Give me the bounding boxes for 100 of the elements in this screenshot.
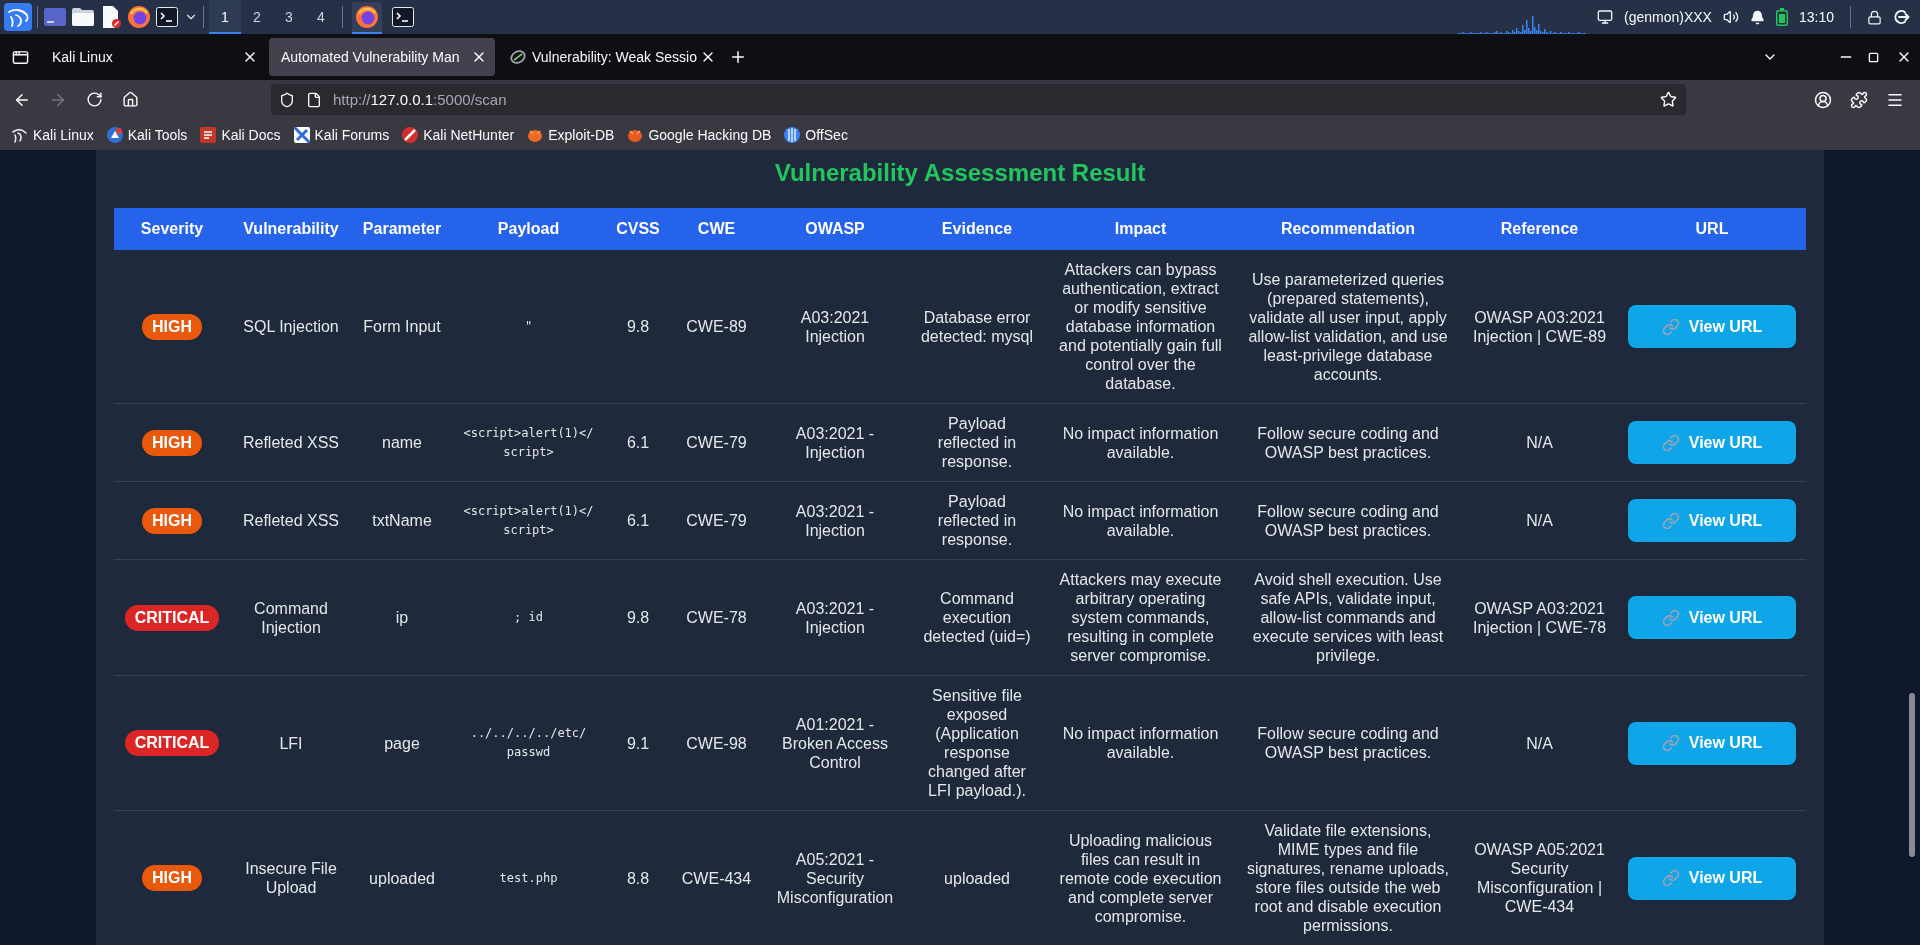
cvss-score: 9.1 <box>605 675 671 811</box>
owasp-category: A05:2021 - Security Misconfiguration <box>762 810 908 945</box>
page-icon[interactable] <box>306 91 322 108</box>
browser-tab[interactable]: Automated Vulnerability Man <box>269 38 495 76</box>
link-icon <box>1661 317 1680 336</box>
cvss-score: 6.1 <box>605 403 671 482</box>
exit-arrow-icon[interactable] <box>1893 9 1910 25</box>
bookmark-link[interactable]: Kali Docs <box>194 122 287 147</box>
payload-code: " <box>452 250 605 404</box>
battery-icon[interactable] <box>1775 8 1788 26</box>
reload-icon[interactable] <box>85 91 103 108</box>
window-icon[interactable] <box>11 48 29 66</box>
parameter-name: txtName <box>352 481 452 560</box>
terminal-icon[interactable] <box>156 6 178 28</box>
reference-text: N/A <box>1461 403 1618 482</box>
impact-text: Attackers can bypass authentication, extract or modify sensitive database information and potentially gain full control over the database. <box>1046 250 1235 404</box>
evidence-text: Command execution detected (uid=) <box>908 559 1046 676</box>
folder-icon[interactable] <box>72 6 94 28</box>
browser-tab[interactable]: Kali Linux <box>40 38 266 76</box>
document-icon[interactable] <box>100 6 122 28</box>
bookmark-link[interactable]: Kali Tools <box>100 122 194 147</box>
home-icon[interactable] <box>121 91 139 108</box>
evidence-text: Payload reflected in response. <box>908 481 1046 560</box>
reference-text: OWASP A05:2021 Security Misconfiguration | CWE-434 <box>1461 810 1618 945</box>
severity-badge: HIGH <box>142 429 202 456</box>
scrollbar-thumb[interactable] <box>1909 693 1915 857</box>
payload-code: <script>alert(1)</script> <box>452 481 605 560</box>
lock-icon[interactable] <box>1867 9 1882 25</box>
shield-icon[interactable] <box>279 91 295 108</box>
bookmark-link[interactable]: OffSec <box>778 122 854 147</box>
payload-code: ; id <box>452 559 605 676</box>
bookmark-link[interactable]: Google Hacking DB <box>621 122 778 147</box>
workspace-button[interactable]: 2 <box>241 0 273 34</box>
maximize-icon[interactable] <box>1868 51 1879 63</box>
reference-text: OWASP A03:2021 Injection | CWE-89 <box>1461 250 1618 404</box>
cwe-id: CWE-79 <box>671 481 762 560</box>
puzzle-icon[interactable] <box>1850 90 1868 109</box>
owasp-category: A01:2021 - Broken Access Control <box>762 675 908 811</box>
recommendation-text: Avoid shell execution. Use safe APIs, validate input, allow-list commands and execute services with least privilege. <box>1235 559 1461 676</box>
favicon-icon <box>784 126 801 143</box>
column-header: Evidence <box>908 208 1046 250</box>
column-header: OWASP <box>762 208 908 250</box>
window-button[interactable] <box>352 2 382 34</box>
parameter-name: ip <box>352 559 452 676</box>
evidence-text: Payload reflected in response. <box>908 403 1046 482</box>
cvss-score: 9.8 <box>605 559 671 676</box>
desktop-icon[interactable] <box>44 6 66 28</box>
recommendation-text: Follow secure coding and OWASP best practices. <box>1235 481 1461 560</box>
bookmark-link[interactable]: Kali Forums <box>287 122 396 147</box>
column-header: Parameter <box>352 208 452 250</box>
genmon-label: (genmon)XXX <box>1624 9 1712 25</box>
bell-icon[interactable] <box>1749 9 1765 25</box>
cwe-id: CWE-79 <box>671 403 762 482</box>
workspace-button[interactable]: 4 <box>305 0 337 34</box>
orb-icon[interactable] <box>128 6 150 28</box>
workspace-button[interactable]: 1 <box>209 0 241 34</box>
impact-text: Attackers may execute arbitrary operating system commands, resulting in complete server compromise. <box>1046 559 1235 676</box>
parameter-name: page <box>352 675 452 811</box>
severity-badge: CRITICAL <box>124 730 220 756</box>
cwe-id: CWE-434 <box>671 810 762 945</box>
evidence-text: uploaded <box>908 810 1046 945</box>
owasp-category: A03:2021 Injection <box>762 250 908 404</box>
browser-tab[interactable]: Vulnerability: Weak Sessio <box>498 38 724 76</box>
impact-text: No impact information available. <box>1046 481 1235 560</box>
severity-badge: HIGH <box>142 865 202 891</box>
bookmark-link[interactable]: Kali Linux <box>6 122 100 147</box>
bookmark-link[interactable]: Kali NetHunter <box>396 122 521 147</box>
clock-time[interactable]: 13:10 <box>1798 9 1834 25</box>
account-icon[interactable] <box>1814 90 1832 109</box>
app-menu-icon[interactable] <box>4 3 32 31</box>
new-tab-icon[interactable] <box>729 48 747 66</box>
vulnerability-name: Refleted XSS <box>230 481 352 560</box>
favicon-icon <box>402 126 419 143</box>
column-header: CVSS <box>605 208 671 250</box>
recommendation-text: Use parameterized queries (prepared statements), validate all user input, apply allow-list validation, and use least-privilege database accounts. <box>1235 250 1461 404</box>
recommendation-text: Validate file extensions, MIME types and file signatures, rename uploads, store files outside the web root and disable execution permissions. <box>1235 810 1461 945</box>
orb-icon[interactable] <box>356 6 378 28</box>
recommendation-text: Follow secure coding and OWASP best practices. <box>1235 675 1461 811</box>
parameter-name: uploaded <box>352 810 452 945</box>
vulnerability-name: Refleted XSS <box>230 403 352 482</box>
recommendation-text: Follow secure coding and OWASP best practices. <box>1235 403 1461 482</box>
page-title: Vulnerability Assessment Result <box>773 158 1147 188</box>
bookmark-link[interactable]: Exploit-DB <box>521 122 621 147</box>
column-header: Vulnerability <box>230 208 352 250</box>
link-icon <box>1661 734 1680 752</box>
workspace-button[interactable]: 3 <box>273 0 305 34</box>
monitor-icon[interactable] <box>1597 9 1613 25</box>
owasp-category: A03:2021 - Injection <box>762 403 908 482</box>
reference-text: N/A <box>1461 481 1618 560</box>
payload-code: ../../../../etc/passwd <box>452 675 605 811</box>
address-field[interactable]: http://127.0.0.1:5000/scan <box>271 84 1686 115</box>
vulnerability-name: Command Injection <box>230 559 352 676</box>
reference-text: OWASP A03:2021 Injection | CWE-78 <box>1461 559 1618 676</box>
speaker-icon[interactable] <box>1722 9 1739 25</box>
vulnerability-name: SQL Injection <box>230 250 352 404</box>
favicon-icon <box>12 126 28 143</box>
star-icon[interactable] <box>1660 91 1677 108</box>
terminal-icon[interactable] <box>392 6 414 28</box>
cwe-id: CWE-89 <box>671 250 762 404</box>
cwe-id: CWE-78 <box>671 559 762 676</box>
